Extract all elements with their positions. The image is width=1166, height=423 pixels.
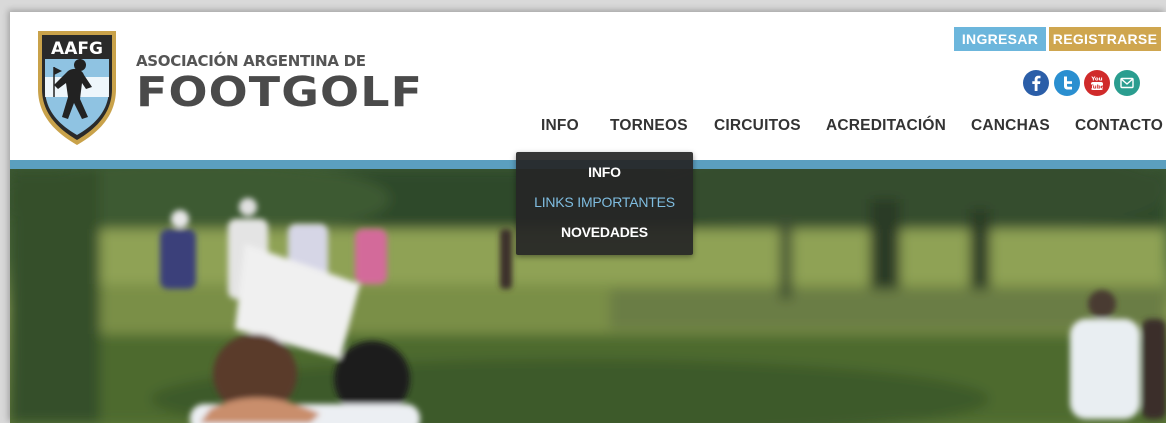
svg-text:You: You <box>1090 77 1102 83</box>
youtube-icon[interactable]: You Tube <box>1084 70 1110 96</box>
site-header: AAFG ASOCIACIÓN ARGENTINA DE FOOTGOLF IN… <box>10 12 1166 160</box>
dropdown-item-links-importantes[interactable]: LINKS IMPORTANTES <box>516 194 693 210</box>
nav-item-acreditacion[interactable]: ACREDITACIÓN <box>826 117 946 135</box>
dropdown-item-info[interactable]: INFO <box>516 164 693 180</box>
logo-wordmark[interactable]: ASOCIACIÓN ARGENTINA DE FOOTGOLF <box>136 52 422 113</box>
nav-item-circuitos[interactable]: CIRCUITOS <box>714 117 801 135</box>
nav-item-torneos[interactable]: TORNEOS <box>610 117 688 135</box>
nav-item-canchas[interactable]: CANCHAS <box>971 117 1050 135</box>
login-button[interactable]: INGRESAR <box>954 27 1046 51</box>
svg-text:Tube: Tube <box>1090 84 1105 90</box>
dropdown-item-novedades[interactable]: NOVEDADES <box>516 224 693 240</box>
logo-line-footgolf: FOOTGOLF <box>136 68 424 116</box>
svg-text:AAFG: AAFG <box>51 39 103 59</box>
facebook-icon[interactable] <box>1023 70 1049 96</box>
nav-item-contacto[interactable]: CONTACTO <box>1075 117 1163 135</box>
email-icon[interactable] <box>1114 70 1140 96</box>
main-nav: INFO TORNEOS CIRCUITOS ACREDITACIÓN CANC… <box>10 117 1166 141</box>
info-dropdown-menu: INFO LINKS IMPORTANTES NOVEDADES <box>516 152 693 255</box>
nav-item-info[interactable]: INFO <box>541 117 579 135</box>
register-button[interactable]: REGISTRARSE <box>1049 27 1161 51</box>
browser-page: AAFG ASOCIACIÓN ARGENTINA DE FOOTGOLF IN… <box>10 12 1166 423</box>
twitter-icon[interactable] <box>1054 70 1080 96</box>
